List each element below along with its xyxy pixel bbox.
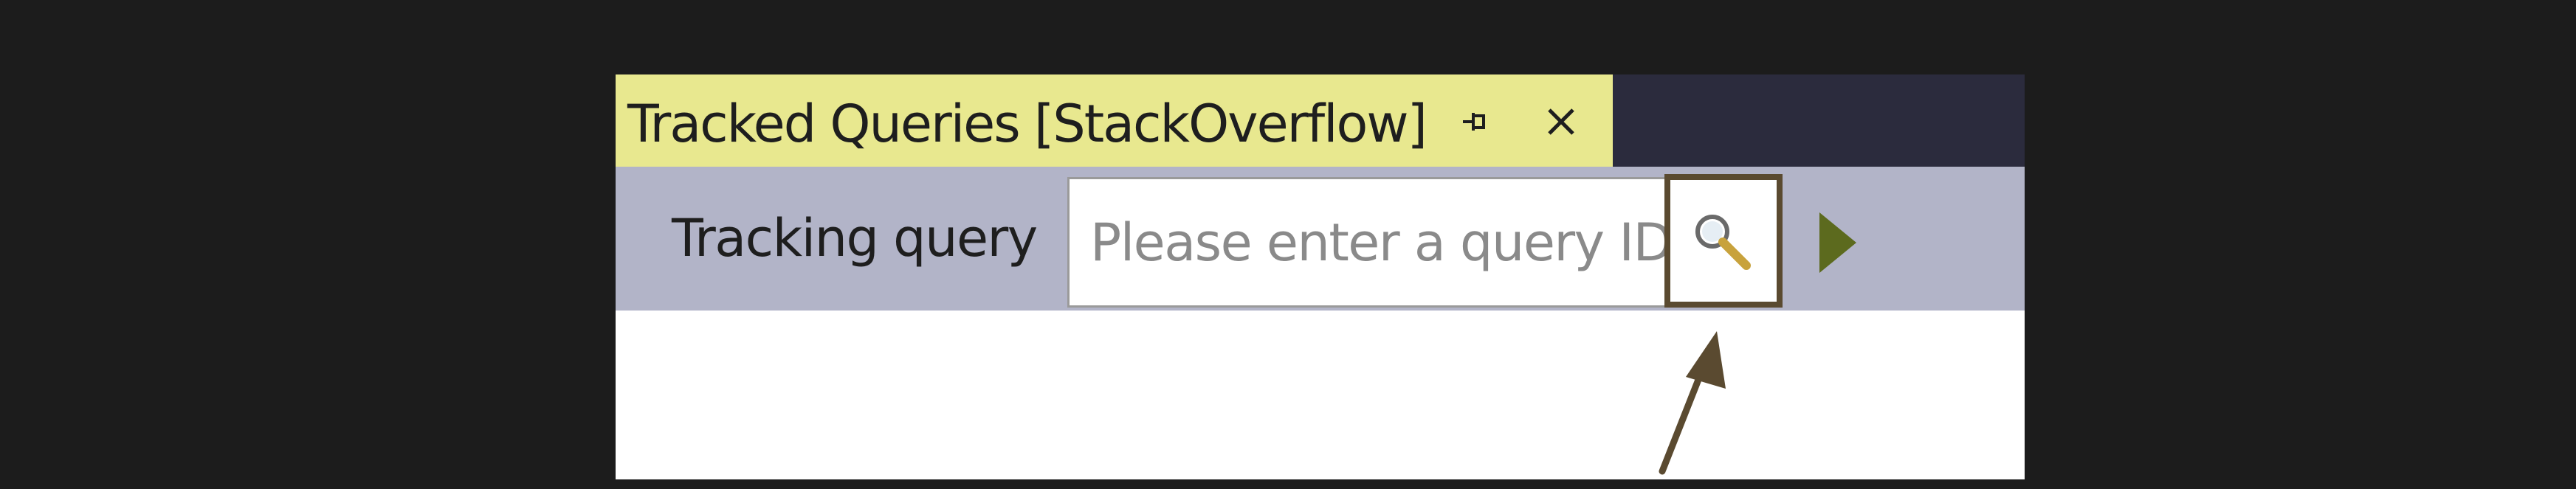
tracking-query-label: Tracking query xyxy=(672,208,1038,268)
play-icon xyxy=(1819,212,1856,273)
screenshot-stage: Tracked Queries [StackOverflow] Tracking… xyxy=(0,0,2576,489)
annotation-arrow-icon xyxy=(1659,331,1726,475)
query-id-input[interactable] xyxy=(1067,177,1680,308)
tab-title: Tracked Queries [StackOverflow] xyxy=(627,94,1428,154)
search-button[interactable] xyxy=(1664,174,1783,308)
query-results-area xyxy=(616,311,2025,479)
tracked-queries-panel: Tracked Queries [StackOverflow] Tracking… xyxy=(616,74,2025,479)
document-tabstrip: Tracked Queries [StackOverflow] xyxy=(616,74,2025,167)
pin-icon[interactable] xyxy=(1456,103,1494,141)
query-toolbar: Tracking query xyxy=(616,167,2025,311)
run-button[interactable] xyxy=(1811,209,1877,276)
search-icon xyxy=(1695,215,1751,270)
tab-tracked-queries[interactable]: Tracked Queries [StackOverflow] xyxy=(616,74,1613,167)
close-icon[interactable] xyxy=(1542,103,1580,141)
